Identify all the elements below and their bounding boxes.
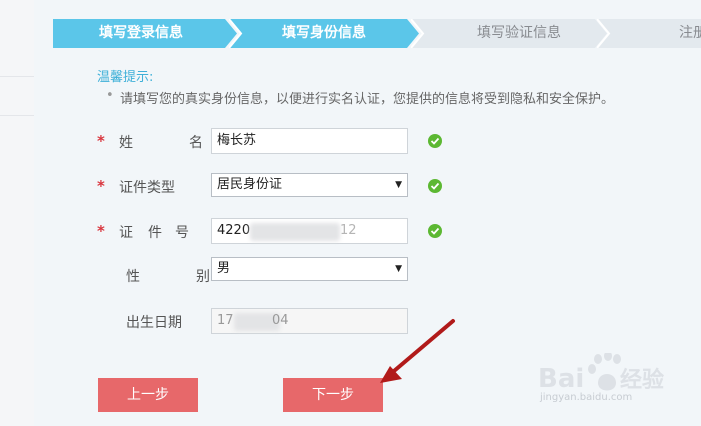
svg-text:Bai: Bai (538, 364, 584, 394)
watermark-url: jingyan.baidu.com (540, 392, 633, 403)
svg-text:经验: 经验 (620, 367, 664, 393)
baidu-watermark-logo: Bai 经验 (538, 353, 664, 394)
